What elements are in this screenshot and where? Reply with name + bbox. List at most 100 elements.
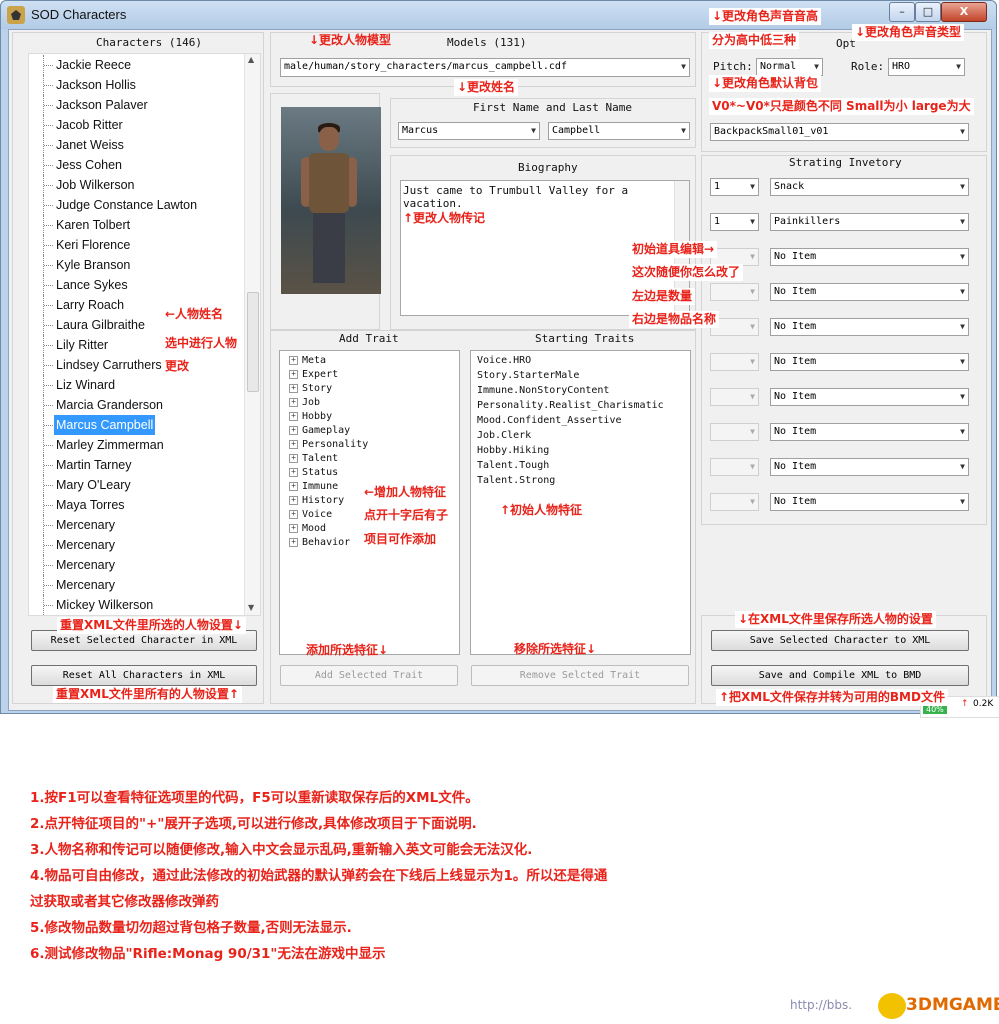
character-list-item[interactable]: Maya Torres bbox=[29, 495, 243, 515]
starting-trait-item[interactable]: Voice.HRO bbox=[477, 353, 531, 368]
character-list-item[interactable]: Janet Weiss bbox=[29, 135, 243, 155]
title-bar[interactable]: SOD Characters – □ X bbox=[1, 1, 996, 29]
close-button[interactable]: X bbox=[941, 2, 987, 22]
first-name-input[interactable]: Marcus ▼ bbox=[398, 122, 540, 140]
role-select[interactable]: HRO ▼ bbox=[888, 58, 965, 76]
character-list-item[interactable]: Marcus Campbell bbox=[29, 415, 243, 435]
character-list-item[interactable]: Jackson Palaver bbox=[29, 95, 243, 115]
trait-category[interactable]: + Story bbox=[289, 382, 332, 396]
character-list-item[interactable]: Jackson Hollis bbox=[29, 75, 243, 95]
trait-category[interactable]: + Mood bbox=[289, 522, 326, 536]
inventory-qty-select[interactable]: ▼ bbox=[710, 353, 759, 371]
character-list-item[interactable]: Mercenary bbox=[29, 575, 243, 595]
character-list-item[interactable]: Mercenary bbox=[29, 535, 243, 555]
starting-trait-item[interactable]: Mood.Confident_Assertive bbox=[477, 413, 622, 428]
reset-all-button[interactable]: Reset All Characters in XML bbox=[31, 665, 257, 686]
character-list-item[interactable]: Mary O'Leary bbox=[29, 475, 243, 495]
inventory-qty-select[interactable]: ▼ bbox=[710, 423, 759, 441]
expand-plus-icon[interactable]: + bbox=[289, 440, 298, 449]
character-list-item[interactable]: Lindsey Carruthers bbox=[29, 355, 243, 375]
starting-trait-item[interactable]: Immune.NonStoryContent bbox=[477, 383, 609, 398]
inventory-item-select[interactable]: No Item ▼ bbox=[770, 283, 969, 301]
add-trait-tree[interactable]: + Meta + Expert + Story + Job + Hobby + Gameplay + Pe… bbox=[279, 350, 460, 655]
inventory-qty-select[interactable]: ▼ bbox=[710, 458, 759, 476]
expand-plus-icon[interactable]: + bbox=[289, 412, 298, 421]
expand-plus-icon[interactable]: + bbox=[289, 496, 298, 505]
inventory-item-select[interactable]: No Item ▼ bbox=[770, 388, 969, 406]
pitch-select[interactable]: Normal ▼ bbox=[756, 58, 823, 76]
character-list-item[interactable]: Martin Tarney bbox=[29, 455, 243, 475]
trait-category[interactable]: + History bbox=[289, 494, 344, 508]
expand-plus-icon[interactable]: + bbox=[289, 538, 298, 547]
expand-plus-icon[interactable]: + bbox=[289, 370, 298, 379]
expand-plus-icon[interactable]: + bbox=[289, 524, 298, 533]
character-list-item[interactable]: Lance Sykes bbox=[29, 275, 243, 295]
trait-category[interactable]: + Voice bbox=[289, 508, 332, 522]
inventory-item-select[interactable]: Snack ▼ bbox=[770, 178, 969, 196]
inventory-qty-select[interactable]: 1 ▼ bbox=[710, 213, 759, 231]
trait-category[interactable]: + Hobby bbox=[289, 410, 332, 424]
scroll-down-icon[interactable]: ▼ bbox=[248, 603, 254, 612]
trait-category[interactable]: + Behavior bbox=[289, 536, 350, 550]
starting-trait-item[interactable]: Personality.Realist_Charismatic bbox=[477, 398, 664, 413]
expand-plus-icon[interactable]: + bbox=[289, 426, 298, 435]
trait-category[interactable]: + Immune bbox=[289, 480, 338, 494]
scroll-up-icon[interactable]: ▲ bbox=[248, 55, 254, 64]
character-list-item[interactable]: Mercenary bbox=[29, 555, 243, 575]
inventory-qty-select[interactable]: 1 ▼ bbox=[710, 178, 759, 196]
inventory-qty-select[interactable]: ▼ bbox=[710, 388, 759, 406]
character-list-item[interactable]: Kyle Branson bbox=[29, 255, 243, 275]
expand-plus-icon[interactable]: + bbox=[289, 510, 298, 519]
inventory-qty-select[interactable]: ▼ bbox=[710, 493, 759, 511]
character-list-item[interactable]: Jackie Reece bbox=[29, 55, 243, 75]
character-list-item[interactable]: Jess Cohen bbox=[29, 155, 243, 175]
minimize-button[interactable]: – bbox=[889, 2, 915, 22]
inventory-item-select[interactable]: No Item ▼ bbox=[770, 458, 969, 476]
starting-trait-item[interactable]: Job.Clerk bbox=[477, 428, 531, 443]
trait-category[interactable]: + Personality bbox=[289, 438, 368, 452]
model-select[interactable]: male/human/story_characters/marcus_campb… bbox=[280, 58, 690, 77]
character-list-item[interactable]: Mercenary bbox=[29, 515, 243, 535]
trait-category[interactable]: + Meta bbox=[289, 354, 326, 368]
expand-plus-icon[interactable]: + bbox=[289, 482, 298, 491]
inventory-item-select[interactable]: No Item ▼ bbox=[770, 353, 969, 371]
expand-plus-icon[interactable]: + bbox=[289, 356, 298, 365]
expand-plus-icon[interactable]: + bbox=[289, 384, 298, 393]
inventory-item-select[interactable]: No Item ▼ bbox=[770, 318, 969, 336]
trait-category[interactable]: + Gameplay bbox=[289, 424, 350, 438]
trait-category[interactable]: + Talent bbox=[289, 452, 338, 466]
character-list-item[interactable]: Karen Tolbert bbox=[29, 215, 243, 235]
inventory-item-select[interactable]: No Item ▼ bbox=[770, 248, 969, 266]
backpack-select[interactable]: BackpackSmall01_v01 ▼ bbox=[710, 123, 969, 141]
last-name-input[interactable]: Campbell ▼ bbox=[548, 122, 690, 140]
starting-trait-item[interactable]: Talent.Strong bbox=[477, 473, 555, 488]
maximize-button[interactable]: □ bbox=[915, 2, 941, 22]
save-compile-button[interactable]: Save and Compile XML to BMD bbox=[711, 665, 969, 686]
inventory-item-select[interactable]: No Item ▼ bbox=[770, 493, 969, 511]
character-list-scrollbar[interactable]: ▲ ▼ bbox=[244, 54, 260, 615]
character-list-item[interactable]: Jacob Ritter bbox=[29, 115, 243, 135]
starting-trait-item[interactable]: Hobby.Hiking bbox=[477, 443, 549, 458]
character-list-item[interactable]: Marley Zimmerman bbox=[29, 435, 243, 455]
character-list-item[interactable]: Keri Florence bbox=[29, 235, 243, 255]
add-trait-button[interactable]: Add Selected Trait bbox=[280, 665, 458, 686]
trait-category[interactable]: + Job bbox=[289, 396, 320, 410]
character-list-item[interactable]: Judge Constance Lawton bbox=[29, 195, 243, 215]
save-selected-button[interactable]: Save Selected Character to XML bbox=[711, 630, 969, 651]
character-list-item[interactable]: Marcia Granderson bbox=[29, 395, 243, 415]
inventory-item-select[interactable]: No Item ▼ bbox=[770, 423, 969, 441]
starting-trait-item[interactable]: Story.StarterMale bbox=[477, 368, 579, 383]
inventory-item-select[interactable]: Painkillers ▼ bbox=[770, 213, 969, 231]
starting-trait-item[interactable]: Talent.Tough bbox=[477, 458, 549, 473]
inventory-qty-select[interactable]: ▼ bbox=[710, 283, 759, 301]
expand-plus-icon[interactable]: + bbox=[289, 454, 298, 463]
character-list-item[interactable]: Mickey Wilkerson bbox=[29, 595, 243, 615]
trait-category[interactable]: + Status bbox=[289, 466, 338, 480]
character-list-item[interactable]: Liz Winard bbox=[29, 375, 243, 395]
scroll-thumb[interactable] bbox=[247, 292, 259, 392]
expand-plus-icon[interactable]: + bbox=[289, 398, 298, 407]
character-list-item[interactable]: Job Wilkerson bbox=[29, 175, 243, 195]
expand-plus-icon[interactable]: + bbox=[289, 468, 298, 477]
trait-category[interactable]: + Expert bbox=[289, 368, 338, 382]
remove-trait-button[interactable]: Remove Selcted Trait bbox=[471, 665, 689, 686]
